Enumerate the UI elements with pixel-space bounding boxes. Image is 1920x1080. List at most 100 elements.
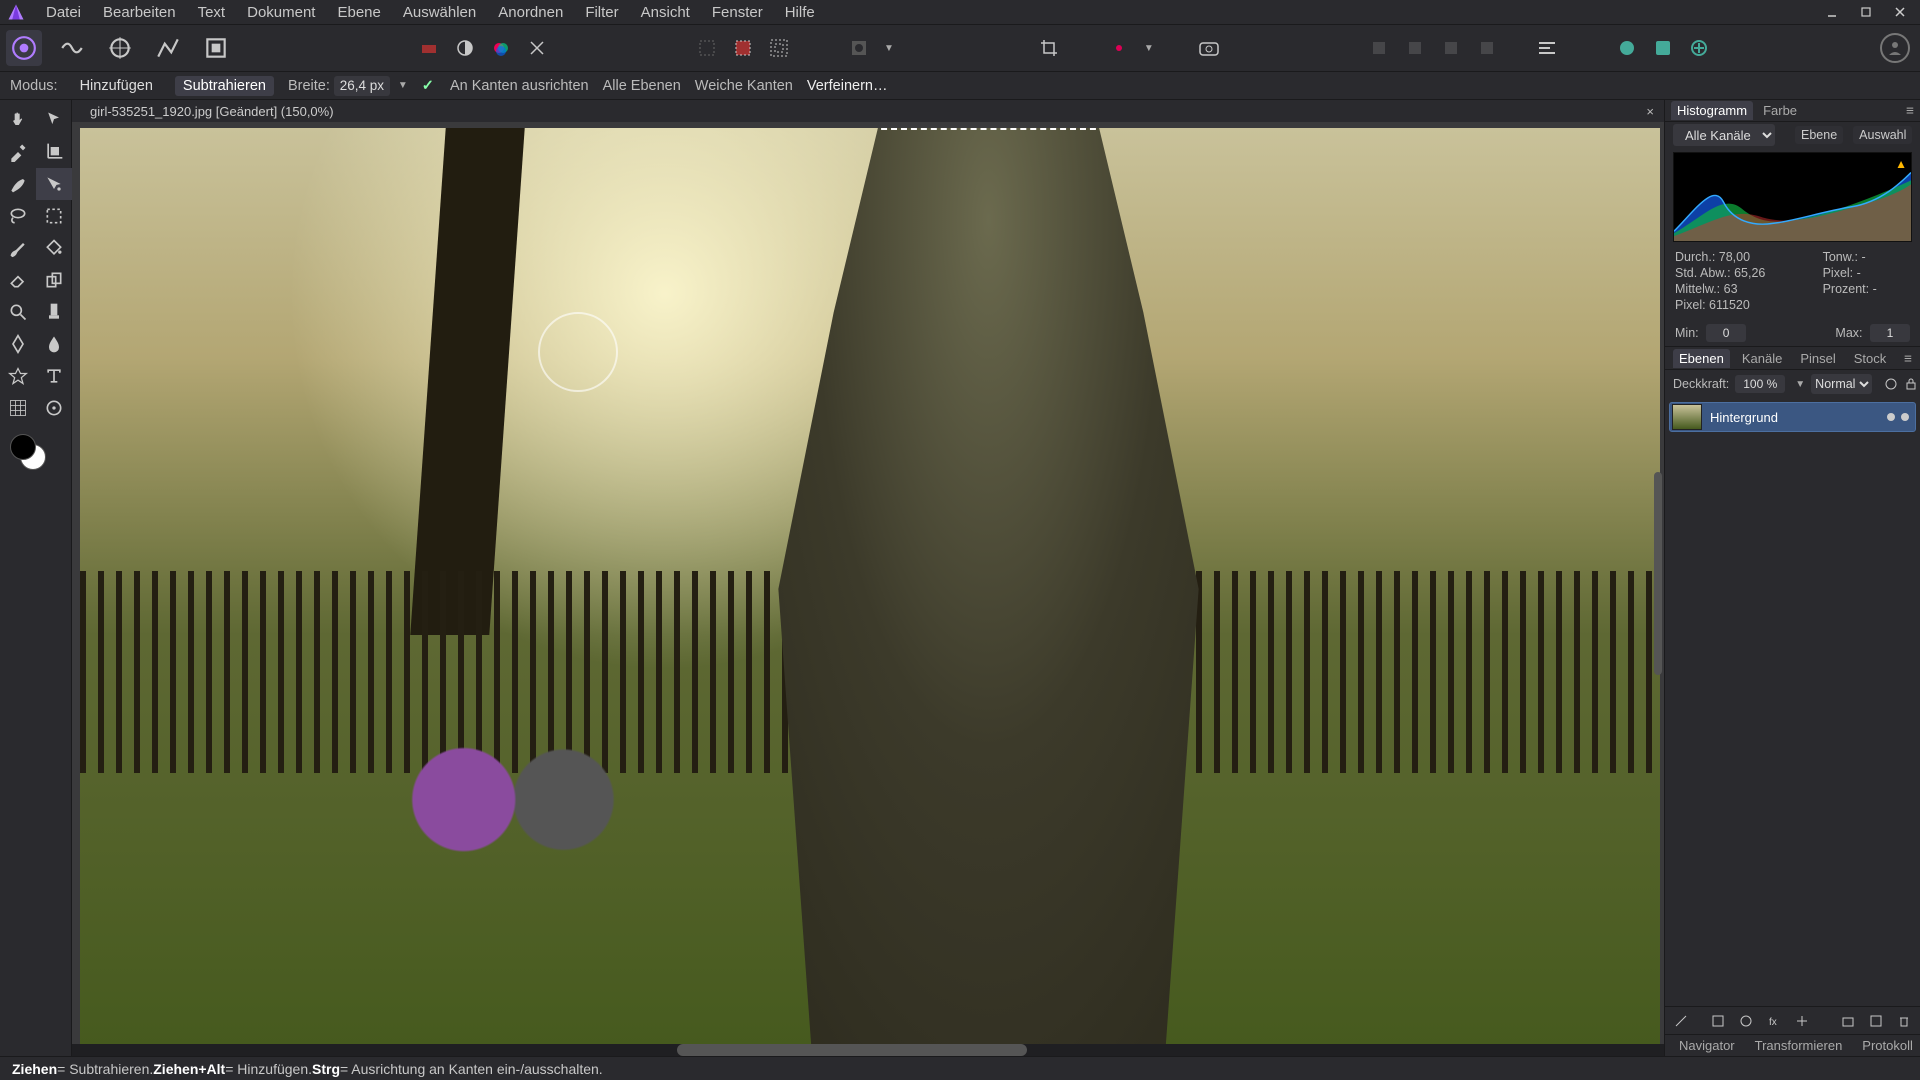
document-tab-close-icon[interactable]: × bbox=[1646, 104, 1654, 119]
canvas-viewport[interactable] bbox=[72, 122, 1664, 1056]
selection-grow-icon[interactable] bbox=[764, 33, 794, 63]
tool-crop[interactable] bbox=[36, 136, 72, 168]
tool-sample[interactable] bbox=[36, 392, 72, 424]
tab-farbe[interactable]: Farbe bbox=[1757, 101, 1803, 120]
arrange-left-icon[interactable] bbox=[1364, 33, 1394, 63]
auto-levels-icon[interactable] bbox=[450, 33, 480, 63]
tab-ebenen[interactable]: Ebenen bbox=[1673, 349, 1730, 368]
selection-none-icon[interactable] bbox=[692, 33, 722, 63]
histogram-selection-button[interactable]: Auswahl bbox=[1853, 126, 1912, 144]
tool-dodge[interactable] bbox=[36, 296, 72, 328]
menu-ansicht[interactable]: Ansicht bbox=[631, 1, 700, 24]
tool-eraser[interactable] bbox=[0, 264, 36, 296]
layer-blend-ranges-icon[interactable] bbox=[1671, 1011, 1691, 1031]
delete-layer-icon[interactable] bbox=[1894, 1011, 1914, 1031]
menu-text[interactable]: Text bbox=[188, 1, 236, 24]
add-live-filter-icon[interactable] bbox=[1792, 1011, 1812, 1031]
quick-mask-dropdown-icon[interactable]: ▼ bbox=[884, 43, 894, 54]
document-tab[interactable]: girl-535251_1920.jpg [Geändert] (150,0%) bbox=[82, 102, 342, 121]
menu-bearbeiten[interactable]: Bearbeiten bbox=[93, 1, 186, 24]
blend-mode-select[interactable]: Normal bbox=[1811, 374, 1872, 394]
account-avatar[interactable] bbox=[1880, 33, 1910, 63]
add-mask-icon[interactable] bbox=[1708, 1011, 1728, 1031]
soft-edges-toggle[interactable]: Weiche Kanten bbox=[695, 78, 793, 94]
menu-ebene[interactable]: Ebene bbox=[327, 1, 390, 24]
window-minimize[interactable] bbox=[1818, 2, 1846, 22]
tool-selection-brush[interactable] bbox=[0, 168, 36, 200]
auto-color-icon[interactable] bbox=[486, 33, 516, 63]
layer-visibility-icon[interactable] bbox=[1901, 413, 1909, 421]
tool-brush[interactable] bbox=[0, 232, 36, 264]
refine-button[interactable]: Verfeinern… bbox=[807, 78, 888, 94]
tool-marquee[interactable] bbox=[36, 200, 72, 232]
tool-flood-select[interactable] bbox=[36, 168, 72, 200]
tool-text[interactable] bbox=[36, 360, 72, 392]
add-layer-icon[interactable] bbox=[1866, 1011, 1886, 1031]
persona-liquify[interactable] bbox=[54, 30, 90, 66]
arrange-center-icon[interactable] bbox=[1400, 33, 1430, 63]
tool-shape[interactable] bbox=[0, 360, 36, 392]
tool-pen[interactable] bbox=[0, 328, 36, 360]
swatch-foreground[interactable] bbox=[10, 434, 36, 460]
tab-navigator[interactable]: Navigator bbox=[1673, 1036, 1741, 1055]
snapshot-icon[interactable] bbox=[1194, 33, 1224, 63]
panel-menu-icon[interactable]: ≡ bbox=[1906, 103, 1914, 118]
max-input[interactable] bbox=[1870, 324, 1910, 342]
tab-kanaele[interactable]: Kanäle bbox=[1736, 349, 1788, 368]
min-input[interactable] bbox=[1706, 324, 1746, 342]
menu-hilfe[interactable]: Hilfe bbox=[775, 1, 825, 24]
mode-add-button[interactable]: Hinzufügen bbox=[72, 76, 161, 96]
layer-fx-icon[interactable] bbox=[1884, 375, 1898, 393]
persona-export[interactable] bbox=[198, 30, 234, 66]
all-layers-toggle[interactable]: Alle Ebenen bbox=[603, 78, 681, 94]
width-dropdown-icon[interactable]: ▼ bbox=[398, 80, 408, 91]
tool-smudge[interactable] bbox=[36, 328, 72, 360]
layer-row[interactable]: Hintergrund bbox=[1669, 402, 1916, 432]
swatch-recent-icon[interactable] bbox=[414, 33, 444, 63]
tool-lasso[interactable] bbox=[0, 200, 36, 232]
opacity-input[interactable] bbox=[1735, 375, 1785, 393]
tab-histogram[interactable]: Histogramm bbox=[1671, 101, 1753, 120]
crop-tool-icon[interactable] bbox=[1034, 33, 1064, 63]
window-maximize[interactable] bbox=[1852, 2, 1880, 22]
add-adjustment-icon[interactable] bbox=[1736, 1011, 1756, 1031]
menu-filter[interactable]: Filter bbox=[575, 1, 628, 24]
cloud-icon[interactable] bbox=[1684, 33, 1714, 63]
menu-auswaehlen[interactable]: Auswählen bbox=[393, 1, 486, 24]
menu-anordnen[interactable]: Anordnen bbox=[488, 1, 573, 24]
sync-icon[interactable] bbox=[1648, 33, 1678, 63]
auto-white-balance-icon[interactable] bbox=[522, 33, 552, 63]
tool-hand[interactable] bbox=[0, 104, 36, 136]
layers-panel-menu-icon[interactable]: ≡ bbox=[1904, 351, 1912, 366]
arrange-right-icon[interactable] bbox=[1436, 33, 1466, 63]
assistant-dropdown-icon[interactable]: ▼ bbox=[1144, 43, 1154, 54]
tab-stock[interactable]: Stock bbox=[1848, 349, 1893, 368]
arrange-more-icon[interactable] bbox=[1472, 33, 1502, 63]
selection-invert-icon[interactable] bbox=[728, 33, 758, 63]
persona-photo[interactable] bbox=[6, 30, 42, 66]
color-swatches[interactable] bbox=[0, 430, 72, 480]
tool-mesh[interactable] bbox=[0, 392, 36, 424]
opacity-dropdown-icon[interactable]: ▼ bbox=[1795, 379, 1805, 390]
histogram-layer-button[interactable]: Ebene bbox=[1795, 126, 1843, 144]
tool-color-picker[interactable] bbox=[0, 136, 36, 168]
width-input[interactable] bbox=[334, 76, 390, 96]
horizontal-scrollbar[interactable] bbox=[72, 1044, 1664, 1056]
clipping-warning-icon[interactable]: ▲ bbox=[1895, 157, 1907, 171]
menu-dokument[interactable]: Dokument bbox=[237, 1, 325, 24]
tool-fill[interactable] bbox=[36, 232, 72, 264]
tool-move[interactable] bbox=[36, 104, 72, 136]
layer-link-icon[interactable] bbox=[1887, 413, 1895, 421]
add-fx-icon[interactable]: fx bbox=[1764, 1011, 1784, 1031]
persona-tone-mapping[interactable] bbox=[150, 30, 186, 66]
tab-transform[interactable]: Transformieren bbox=[1749, 1036, 1849, 1055]
stock-icon[interactable] bbox=[1612, 33, 1642, 63]
snap-edges-check-icon[interactable]: ✓ bbox=[422, 78, 434, 94]
channel-select[interactable]: Alle Kanäle bbox=[1673, 124, 1775, 146]
group-layers-icon[interactable] bbox=[1838, 1011, 1858, 1031]
tab-pinsel[interactable]: Pinsel bbox=[1794, 349, 1841, 368]
align-icon[interactable] bbox=[1532, 33, 1562, 63]
layer-lock-icon[interactable] bbox=[1904, 375, 1918, 393]
vertical-scrollbar[interactable] bbox=[1652, 122, 1664, 1044]
tab-protokoll[interactable]: Protokoll bbox=[1856, 1036, 1919, 1055]
